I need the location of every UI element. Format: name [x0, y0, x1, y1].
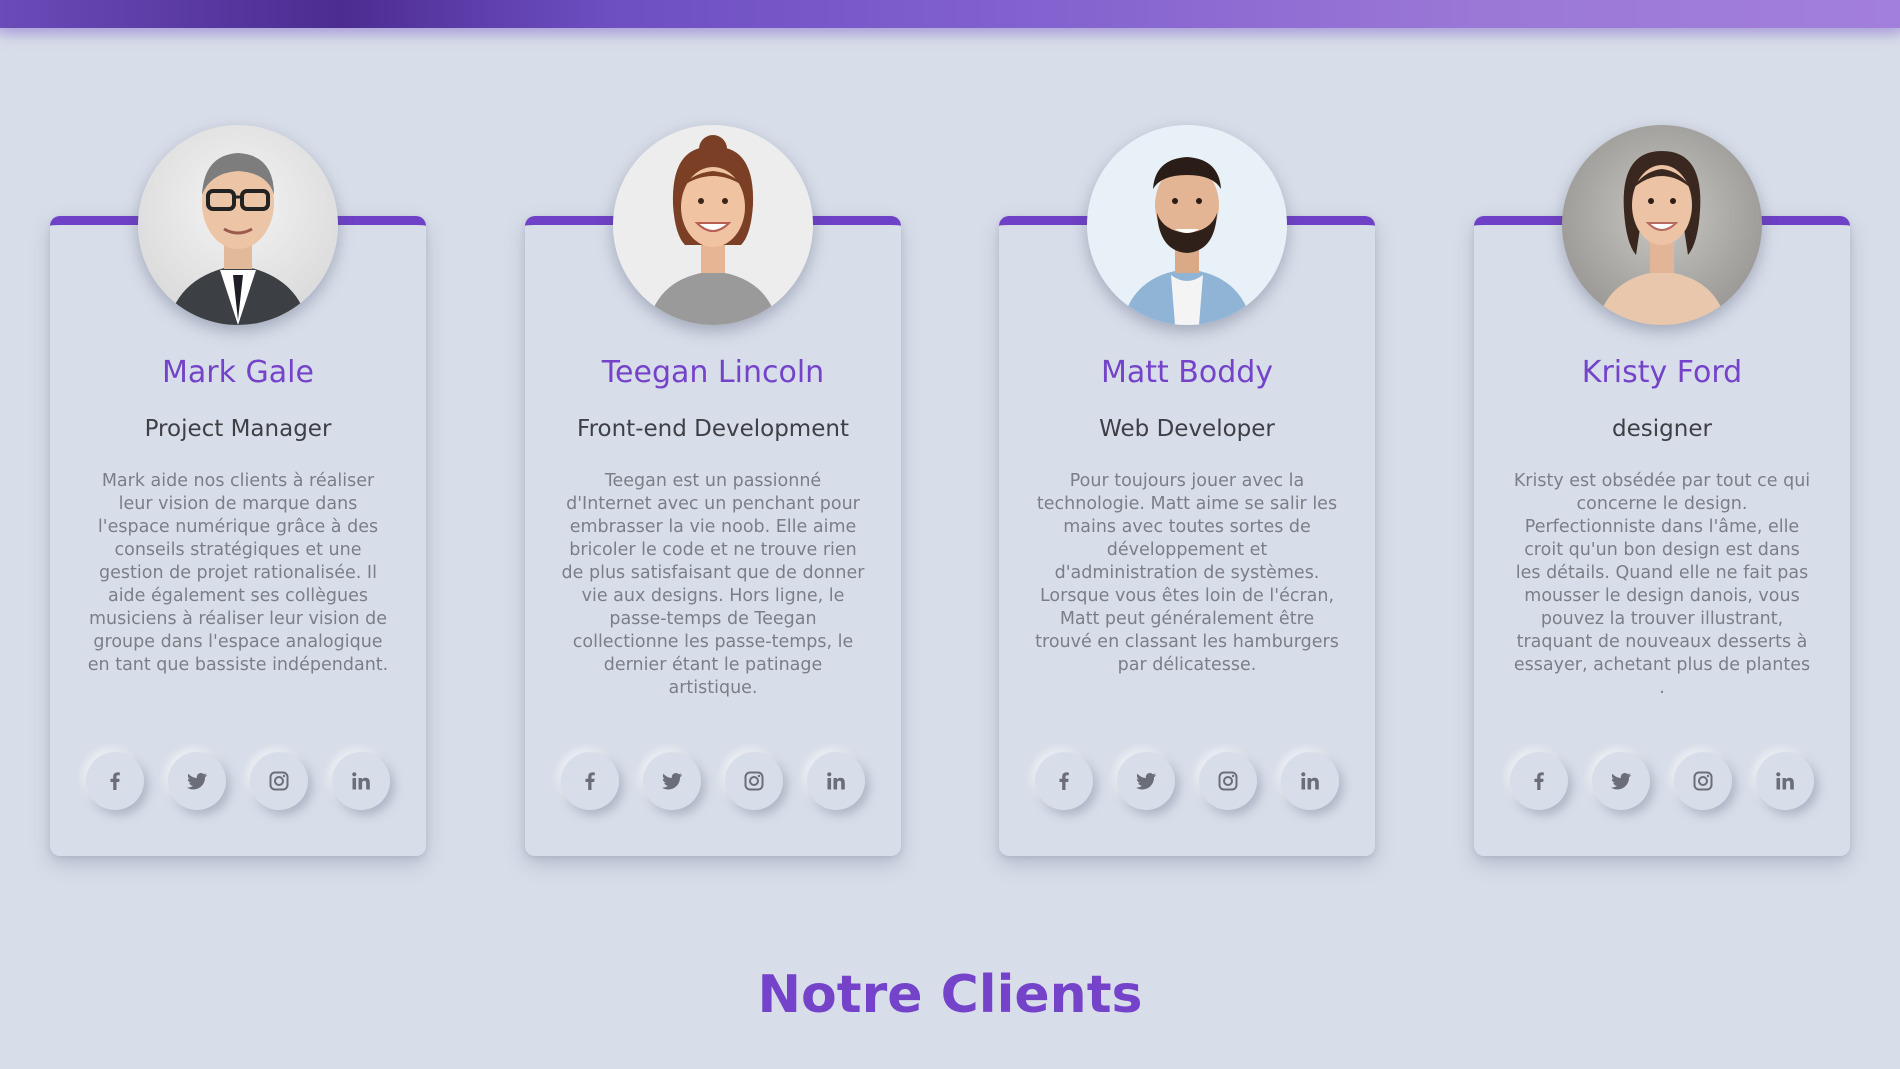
member-name: Kristy Ford — [1581, 355, 1743, 390]
instagram-button[interactable] — [725, 752, 783, 810]
social-links — [561, 752, 865, 814]
member-role: Front-end Development — [577, 416, 849, 442]
linkedin-button[interactable] — [1281, 752, 1339, 810]
linkedin-icon — [1776, 772, 1794, 790]
linkedin-button[interactable] — [1756, 752, 1814, 810]
avatar — [1087, 125, 1287, 325]
avatar — [1562, 125, 1762, 325]
social-links — [1510, 752, 1814, 814]
instagram-button[interactable] — [250, 752, 308, 810]
member-name: Matt Boddy — [1100, 355, 1274, 390]
facebook-icon — [585, 772, 595, 790]
facebook-button[interactable] — [1510, 752, 1568, 810]
member-bio: Mark aide nos clients à réaliser leur vi… — [87, 471, 389, 675]
member-bio: Kristy est obsédée par tout ce qui conce… — [1513, 471, 1811, 698]
member-name: Teegan Lincoln — [601, 355, 825, 390]
instagram-button[interactable] — [1199, 752, 1257, 810]
instagram-icon — [1218, 771, 1238, 791]
linkedin-button[interactable] — [807, 752, 865, 810]
instagram-icon — [744, 771, 764, 791]
member-name: Mark Gale — [162, 355, 314, 390]
team-card: Teegan Lincoln Front-end Development Tee… — [525, 125, 901, 856]
facebook-button[interactable] — [561, 752, 619, 810]
twitter-icon — [1136, 773, 1156, 790]
team-grid: Mark Gale Project Manager Mark aide nos … — [0, 0, 1900, 900]
member-bio: Pour toujours jouer avec la technologie.… — [1035, 471, 1339, 675]
facebook-icon — [1059, 772, 1069, 790]
avatar — [613, 125, 813, 325]
instagram-icon — [269, 771, 289, 791]
clients-section-title: Notre Clients — [757, 965, 1143, 1025]
member-bio: Teegan est un passionné d'Internet avec … — [561, 471, 865, 698]
team-card: Mark Gale Project Manager Mark aide nos … — [50, 125, 426, 856]
social-links — [1035, 752, 1339, 814]
member-role: Project Manager — [144, 416, 332, 442]
instagram-button[interactable] — [1674, 752, 1732, 810]
member-role: designer — [1612, 416, 1712, 442]
twitter-button[interactable] — [643, 752, 701, 810]
social-links — [86, 752, 390, 814]
facebook-icon — [1534, 772, 1544, 790]
twitter-button[interactable] — [1592, 752, 1650, 810]
team-card: Kristy Ford designer Kristy est obsédée … — [1474, 125, 1850, 856]
facebook-button[interactable] — [86, 752, 144, 810]
avatar — [138, 125, 338, 325]
instagram-icon — [1693, 771, 1713, 791]
twitter-icon — [662, 773, 682, 790]
facebook-icon — [110, 772, 120, 790]
linkedin-button[interactable] — [332, 752, 390, 810]
team-card: Matt Boddy Web Developer Pour toujours j… — [999, 125, 1375, 856]
member-role: Web Developer — [1099, 416, 1275, 442]
twitter-button[interactable] — [168, 752, 226, 810]
linkedin-icon — [827, 772, 845, 790]
linkedin-icon — [352, 772, 370, 790]
linkedin-icon — [1301, 772, 1319, 790]
facebook-button[interactable] — [1035, 752, 1093, 810]
twitter-button[interactable] — [1117, 752, 1175, 810]
twitter-icon — [187, 773, 207, 790]
twitter-icon — [1611, 773, 1631, 790]
